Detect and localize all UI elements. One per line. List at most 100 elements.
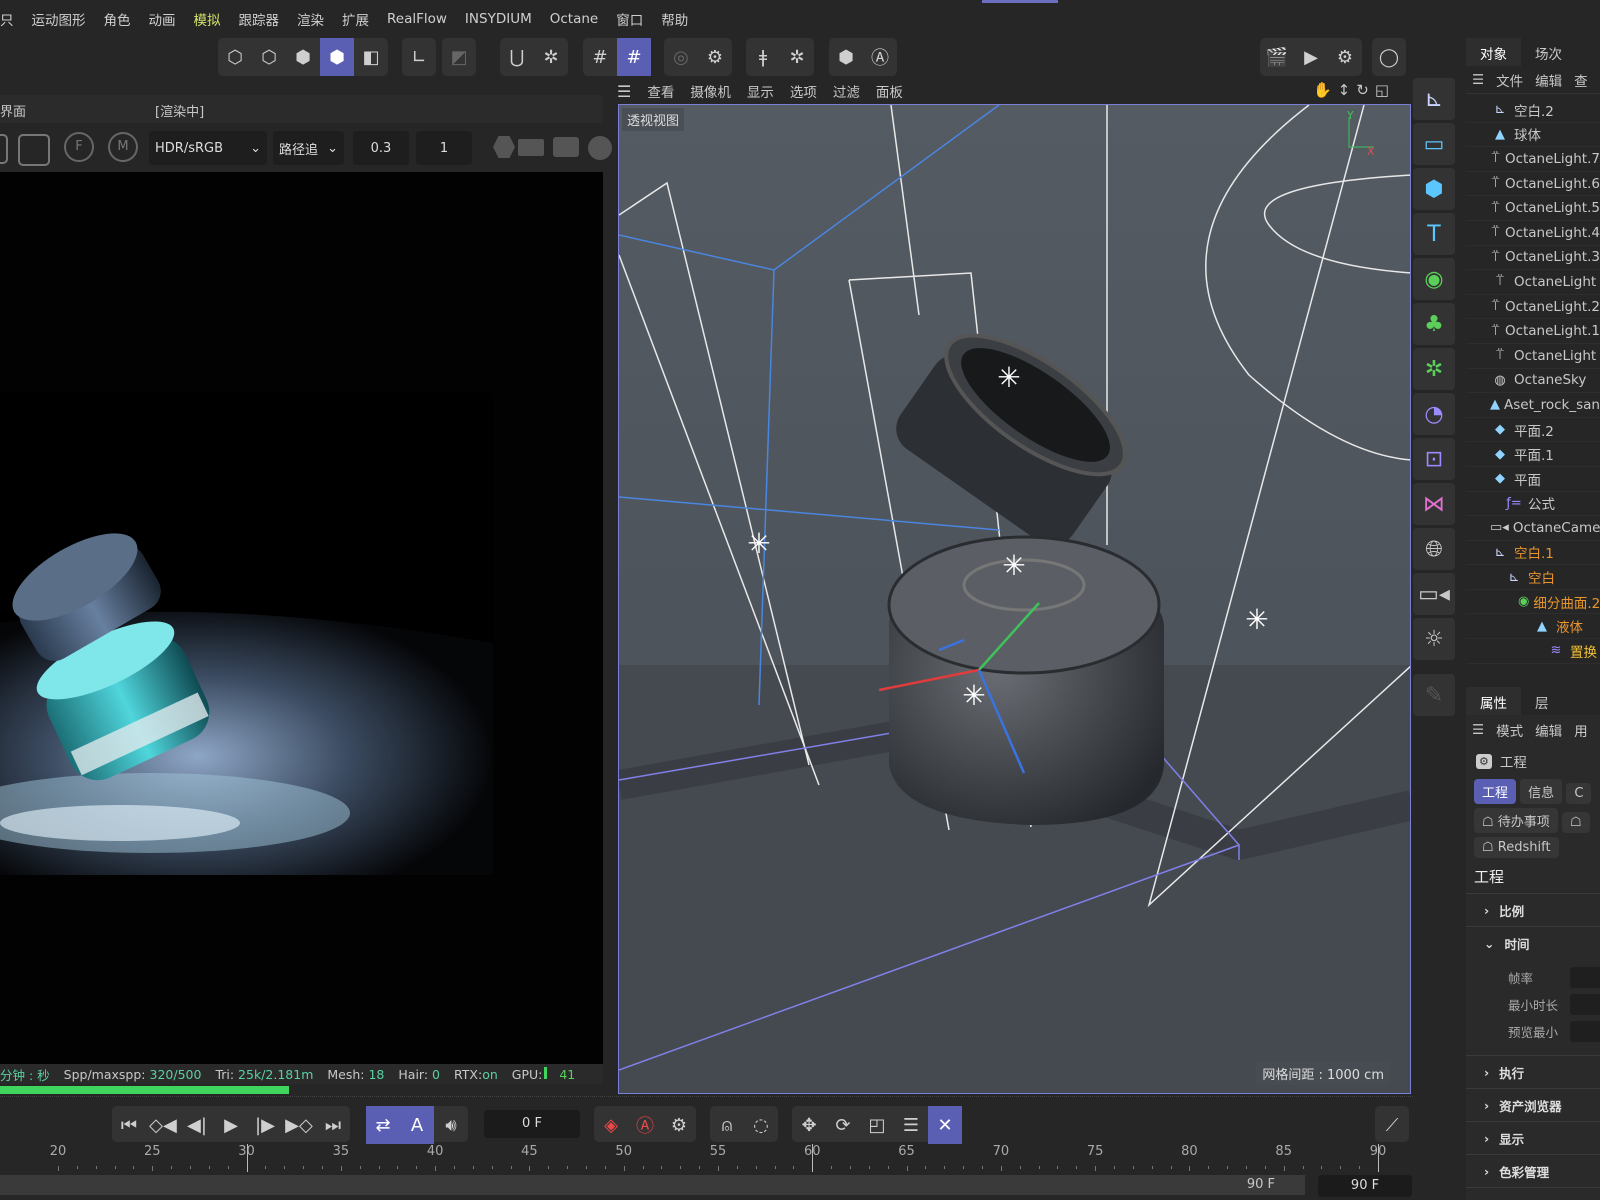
text-icon[interactable]: T [1413,213,1455,255]
viewport-menu-panel[interactable]: 面板 [876,81,903,101]
attr-tab-todo[interactable]: ☖ 待办事项 [1474,808,1558,833]
color-mode-select[interactable]: HDR/sRGB ⌄ [149,131,267,165]
region-button[interactable] [18,134,50,166]
key-rotation-icon[interactable]: ◌ [744,1106,778,1144]
record-key-icon[interactable]: ◈ [594,1106,628,1144]
go-to-end-icon[interactable]: ⏭ [316,1106,350,1144]
menu-item[interactable]: 动画 [140,9,185,29]
current-frame-field[interactable]: 0 F [484,1110,580,1138]
attr-section[interactable]: › 比例 [1466,894,1600,927]
model-mode-icon[interactable]: ⬡ [218,38,252,76]
object-row[interactable]: ⍡ OctaneLight.6 [1466,172,1600,197]
viewport-menu-display[interactable]: 显示 [747,81,774,101]
null-object-icon[interactable]: ⊾ [1413,78,1455,120]
sphere-icon[interactable] [588,136,612,160]
gamma-field[interactable]: 1 [416,131,472,165]
focus-pin-icon[interactable]: F [64,132,94,162]
kernel-select[interactable]: 路径追 ⌄ [273,131,344,165]
key-settings-icon[interactable]: ⚙ [662,1106,696,1144]
autokey-icon[interactable]: Ⓐ [628,1106,662,1144]
attr-section[interactable]: › 资产浏览器 [1466,1089,1600,1122]
attr-tab-c[interactable]: C [1566,783,1592,804]
menu-item[interactable]: INSYDIUM [456,11,541,27]
prev-frame-icon[interactable]: ◀| [180,1106,214,1144]
attr-section[interactable]: › 执行 [1466,1056,1600,1089]
object-row[interactable]: ⍡ OctaneLight.4 [1466,221,1600,246]
key-param-icon[interactable]: ☰ [894,1106,928,1144]
end-frame-field[interactable]: 90 F [1318,1175,1412,1197]
snap-settings-icon[interactable]: ✲ [534,38,568,76]
pencil-icon[interactable]: ✎ [1413,674,1455,716]
hex-eye-icon[interactable]: ⬢ [829,38,863,76]
object-row[interactable]: ⍡ OctaneLight.5 [1466,196,1600,221]
object-row[interactable]: ⍡ OctaneLight.1 [1466,319,1600,344]
attr-section[interactable]: ⌄ 时间 [1466,927,1600,960]
sound-icon[interactable]: 🔊︎ [434,1106,468,1144]
hex-icon[interactable] [493,136,515,158]
menu-item[interactable]: 运动图形 [23,9,95,29]
octane-live-icon[interactable]: ◯ [1372,38,1406,76]
material-pin-icon[interactable]: M [108,132,138,162]
key-pla-icon[interactable]: ✕ [928,1106,962,1144]
object-row[interactable]: ƒ= 公式 [1466,492,1600,517]
edge-mode-icon[interactable]: ⬢ [286,38,320,76]
film-icon[interactable] [518,139,544,156]
polygon-mode-icon[interactable]: ⬢ [320,38,354,76]
perspective-viewport[interactable]: ✳ ✳ ✳ ✳ ✳ X Y 透视视图 网格间距 : 1000 cm [618,104,1411,1094]
menu-item[interactable]: Octane [541,11,607,27]
prev-key-icon[interactable]: ◇◀ [146,1106,180,1144]
tab-attributes[interactable]: 属性 [1466,687,1521,715]
viewport-menu-options[interactable]: 选项 [790,81,817,101]
point-mode-icon[interactable]: ⬡ [252,38,286,76]
axis-button[interactable]: ∟ [402,38,436,76]
next-key-icon[interactable]: ▶◇ [282,1106,316,1144]
viewport-menu-view[interactable]: 查看 [647,81,674,101]
object-row[interactable]: ⊾ 空白 [1466,565,1600,590]
exposure-field[interactable]: 0.3 [353,131,409,165]
grid-lock-icon[interactable]: # [617,38,651,76]
om-menu-view[interactable]: 查 [1574,70,1588,90]
attr-menu-user[interactable]: 用 [1574,720,1588,740]
menu-item[interactable]: 扩展 [333,9,378,29]
tab-layers[interactable]: 层 [1521,687,1563,715]
object-row[interactable]: ◉ 细分曲面.2 [1466,590,1600,615]
cube-icon[interactable]: ⬢ [1413,168,1455,210]
object-row[interactable]: ▲ 液体 [1466,614,1600,640]
timeline-range-bar[interactable]: 90 F [0,1175,1305,1195]
next-frame-icon[interactable]: |▶ [248,1106,282,1144]
axis-icon[interactable]: ∟ [402,38,436,76]
tab-objects[interactable]: 对象 [1466,38,1521,66]
object-row[interactable]: ◍ OctaneSky [1466,369,1600,394]
attr-tab-project[interactable]: 工程 [1474,779,1517,804]
effector-gear-icon[interactable]: ✲ [1413,348,1455,390]
viewport-nav-icons[interactable]: ✋↕↻◱ [1313,81,1395,99]
environment-globe-icon[interactable]: 🌐︎ [1413,528,1455,570]
deformer-icon[interactable]: ◔ [1413,393,1455,435]
cloner-icon[interactable]: ♣ [1413,303,1455,345]
volume-icon[interactable]: ⋈ [1413,483,1455,525]
object-row[interactable]: ⍡ OctaneLight.7 [1466,147,1600,172]
om-menu-file[interactable]: 文件 [1496,70,1523,90]
light-gear-icon[interactable]: ✲ [780,38,814,76]
attr-section[interactable]: › 显示 [1466,1122,1600,1155]
object-row[interactable]: ◆ 平面.1 [1466,442,1600,467]
menu-item[interactable]: RealFlow [378,11,456,27]
object-row[interactable]: ⍡ OctaneLight [1466,344,1600,369]
om-menu-edit[interactable]: 编辑 [1535,70,1562,90]
timeline-ruler[interactable]: 202530354045505560657075808590 [0,1144,1413,1174]
render-settings-icon[interactable]: ⚙ [1328,38,1362,76]
spline-rectangle-icon[interactable]: ▭ [1413,123,1455,165]
property-field[interactable] [1570,1021,1600,1042]
object-row[interactable]: ◆ 平面.2 [1466,418,1600,443]
fcurve-icon[interactable]: ⟋ [1375,1106,1409,1144]
object-row[interactable]: ◆ 平面 [1466,467,1600,492]
viewport-menu-filter[interactable]: 过滤 [833,81,860,101]
solo-icon[interactable]: ◩ [442,38,476,76]
menu-item[interactable]: 帮助 [652,9,697,29]
tab-takes[interactable]: 场次 [1521,38,1576,66]
menu-item[interactable]: 角色 [95,9,140,29]
property-field[interactable] [1570,994,1600,1015]
object-row[interactable]: ▲ Aset_rock_sand [1466,393,1600,418]
render-settings-gear-icon[interactable]: ⚙ [698,38,732,76]
hamburger-icon[interactable]: ☰ [1472,722,1484,738]
